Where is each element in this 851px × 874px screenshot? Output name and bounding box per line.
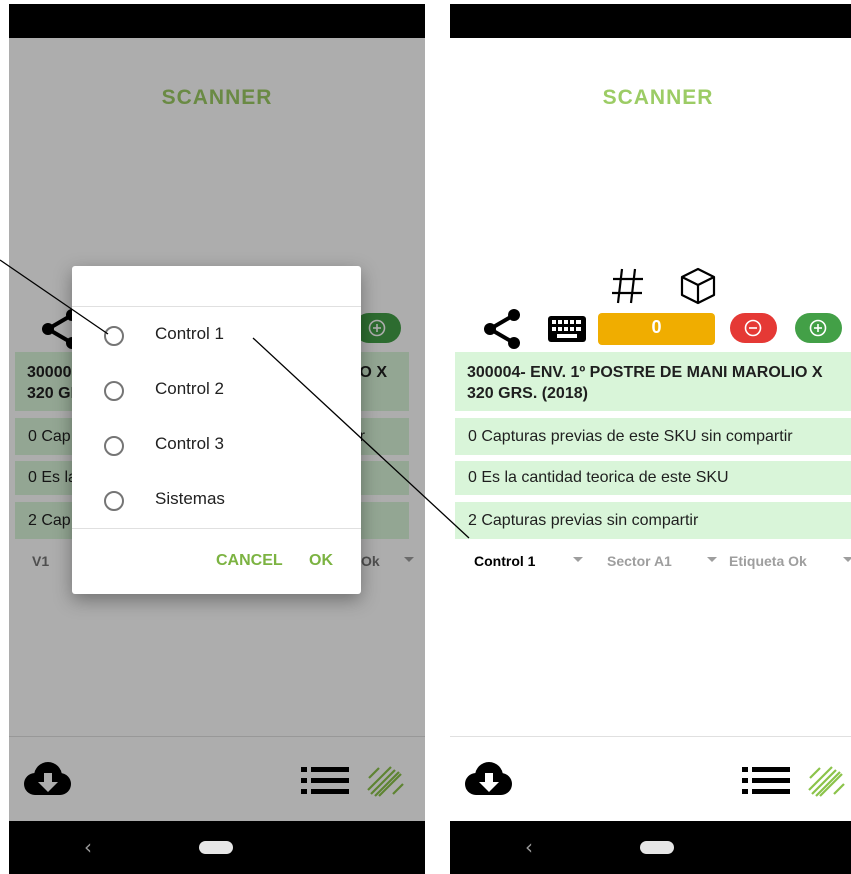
radio-button[interactable] — [104, 326, 124, 346]
info-row-total-unshared: 2 Capturas previas sin compartir — [455, 502, 851, 539]
control-spinner[interactable]: Control 1 — [474, 553, 583, 569]
right-screen: SCANNER 0 300004- ENV. 1º POSTRE DE MANI… — [450, 0, 851, 874]
radio-button[interactable] — [104, 491, 124, 511]
radio-button[interactable] — [104, 436, 124, 456]
info-row-sku-unshared: 0 Capturas previas de este SKU sin compa… — [455, 418, 851, 455]
dialog-option-label: Control 1 — [155, 324, 224, 343]
share-icon[interactable] — [481, 307, 525, 351]
minus-circle-icon — [744, 319, 762, 337]
status-bar — [450, 4, 851, 38]
decrement-button[interactable] — [730, 313, 777, 343]
dialog-divider-top — [72, 306, 361, 307]
left-screen: SCANNER 30000 IO X 320 GI 0 Cap tir 0 Es… — [9, 0, 425, 874]
keyboard-icon[interactable] — [548, 316, 586, 342]
dialog-option-label: Control 2 — [155, 379, 224, 398]
list-icon[interactable] — [742, 764, 792, 796]
home-icon[interactable] — [640, 841, 674, 854]
control-select-dialog: Control 1 Control 2 Control 3 Sistemas C… — [72, 266, 361, 594]
cloud-download-icon[interactable] — [460, 760, 516, 800]
info-row-theoretical-qty: 0 Es la cantidad teorica de este SKU — [455, 461, 851, 495]
sector-spinner[interactable]: Sector A1 — [607, 553, 717, 569]
navigation-bar: ‹ — [450, 821, 851, 874]
back-icon[interactable]: ‹ — [525, 835, 533, 859]
dialog-option-control-3[interactable]: Control 3 — [72, 426, 361, 466]
dialog-divider-bottom — [72, 528, 361, 529]
etiqueta-spinner[interactable]: Etiqueta Ok — [729, 553, 851, 569]
dialog-option-label: Sistemas — [155, 489, 225, 508]
bottom-divider — [450, 736, 851, 737]
increment-button[interactable] — [795, 313, 842, 343]
radio-button[interactable] — [104, 381, 124, 401]
status-bar — [9, 4, 425, 38]
chevron-down-icon — [843, 557, 851, 562]
etiqueta-spinner-label: Etiqueta Ok — [729, 553, 807, 569]
dialog-option-control-2[interactable]: Control 2 — [72, 371, 361, 411]
app-title: SCANNER — [602, 86, 714, 109]
barcode-scan-icon[interactable] — [806, 760, 850, 800]
dialog-option-label: Control 3 — [155, 434, 224, 453]
cube-icon[interactable] — [679, 266, 717, 306]
sector-spinner-label: Sector A1 — [607, 553, 672, 569]
cancel-button[interactable]: CANCEL — [216, 552, 283, 570]
home-icon[interactable] — [199, 841, 233, 854]
hash-icon[interactable] — [610, 266, 646, 306]
back-icon[interactable]: ‹ — [84, 835, 92, 859]
control-spinner-label: Control 1 — [474, 553, 536, 569]
dialog-option-sistemas[interactable]: Sistemas — [72, 481, 361, 521]
spinner-bar: Control 1 Sector A1 Etiqueta Ok — [450, 553, 851, 573]
product-card: 300004- ENV. 1º POSTRE DE MANI MAROLIO X… — [455, 352, 851, 411]
count-display[interactable]: 0 — [598, 313, 715, 345]
chevron-down-icon — [707, 557, 717, 562]
dialog-option-control-1[interactable]: Control 1 — [72, 316, 361, 356]
plus-circle-icon — [809, 319, 827, 337]
chevron-down-icon — [573, 557, 583, 562]
navigation-bar: ‹ — [9, 821, 425, 874]
ok-button[interactable]: OK — [309, 552, 333, 570]
